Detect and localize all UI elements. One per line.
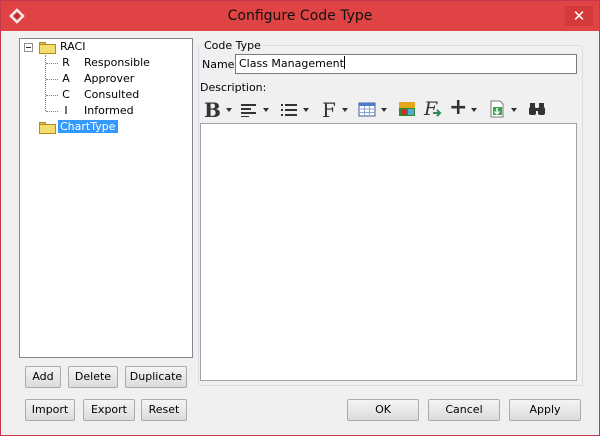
close-button[interactable]: ✕ xyxy=(565,6,593,26)
bold-button[interactable]: B xyxy=(202,98,234,122)
tree-item-label: Consulted xyxy=(84,88,140,101)
chevron-down-icon xyxy=(511,108,517,112)
attachment-button[interactable] xyxy=(488,98,520,122)
description-editor[interactable] xyxy=(200,123,577,381)
list-icon xyxy=(281,104,297,116)
code-letter: R xyxy=(62,56,70,69)
ok-button[interactable]: OK xyxy=(347,399,419,421)
chevron-down-icon xyxy=(226,108,232,112)
table-icon xyxy=(358,102,376,117)
cancel-button[interactable]: Cancel xyxy=(428,399,500,421)
align-icon xyxy=(241,104,256,117)
chevron-down-icon xyxy=(342,108,348,112)
export-button[interactable]: Export xyxy=(83,399,135,421)
insert-button[interactable]: + xyxy=(448,95,480,122)
chevron-down-icon xyxy=(263,108,269,112)
delete-button[interactable]: Delete xyxy=(68,366,118,388)
code-letter: A xyxy=(62,72,70,85)
insert-image-button[interactable] xyxy=(398,98,418,122)
close-icon: ✕ xyxy=(572,7,586,25)
tree-connector xyxy=(46,111,58,112)
formula-button[interactable]: F xyxy=(422,98,444,122)
tree-connector xyxy=(46,95,58,96)
description-toolbar: B F F + xyxy=(200,95,580,122)
configure-code-type-dialog: Configure Code Type ✕ RACI R Responsible… xyxy=(0,0,600,436)
formula-arrow-icon xyxy=(433,109,442,117)
chevron-down-icon xyxy=(303,108,309,112)
insert-icon: + xyxy=(449,95,468,120)
name-label: Name: xyxy=(202,58,239,71)
tree-item-label: Responsible xyxy=(84,56,150,69)
description-label: Description: xyxy=(200,81,267,94)
bold-icon: B xyxy=(204,98,221,122)
reset-button[interactable]: Reset xyxy=(141,399,187,421)
tree-item-raci[interactable]: RACI xyxy=(60,39,85,55)
chevron-down-icon xyxy=(471,108,477,112)
font-icon: F xyxy=(322,98,336,122)
folder-open-icon xyxy=(39,42,56,54)
name-value: Class Management xyxy=(239,57,344,70)
chevron-down-icon xyxy=(381,108,387,112)
tree-item-label: Informed xyxy=(84,104,134,117)
align-button[interactable] xyxy=(240,98,272,122)
code-letter: C xyxy=(62,88,70,101)
code-type-tree[interactable]: RACI R Responsible A Approver C Consulte… xyxy=(19,38,193,358)
image-icon xyxy=(399,102,415,116)
font-button[interactable]: F xyxy=(320,98,350,122)
tree-item-label: ChartType xyxy=(58,120,118,133)
tree-item-label: RACI xyxy=(60,40,86,53)
tree-item-label: Approver xyxy=(84,72,135,85)
collapse-toggle-icon[interactable] xyxy=(24,43,33,52)
code-letter: I xyxy=(64,104,68,117)
tree-connector xyxy=(46,79,58,80)
text-caret xyxy=(343,56,345,69)
tree-item-charttype[interactable]: ChartType xyxy=(58,119,118,135)
code-type-group-label: Code Type xyxy=(202,39,263,52)
duplicate-button[interactable]: Duplicate xyxy=(125,366,187,388)
table-button[interactable] xyxy=(358,98,390,122)
add-button[interactable]: Add xyxy=(25,366,61,388)
import-button[interactable]: Import xyxy=(25,399,75,421)
apply-button[interactable]: Apply xyxy=(509,399,581,421)
folder-icon xyxy=(39,122,56,134)
find-button[interactable] xyxy=(528,98,550,122)
title-bar[interactable]: Configure Code Type ✕ xyxy=(1,1,599,31)
name-input[interactable]: Class Management xyxy=(235,54,577,74)
find-icon xyxy=(529,103,545,115)
list-button[interactable] xyxy=(280,98,312,122)
tree-connector xyxy=(46,63,58,64)
window-title: Configure Code Type xyxy=(227,8,373,24)
attachment-icon xyxy=(490,100,504,118)
